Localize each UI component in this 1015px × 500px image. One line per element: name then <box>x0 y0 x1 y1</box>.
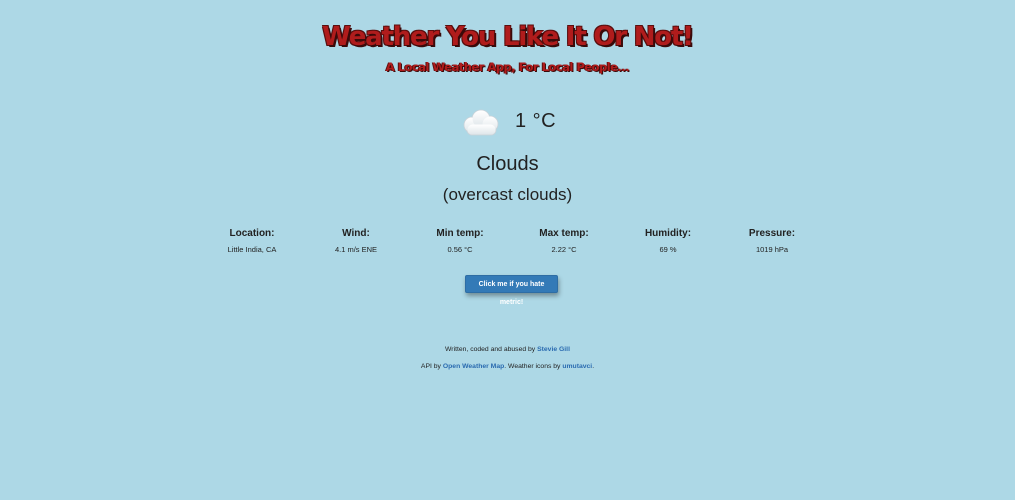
footer-end-text: . <box>592 363 595 370</box>
page: Weather You Like It Or Not! A Local Weat… <box>0 0 1015 500</box>
stat-value: Little India, CA <box>227 245 277 254</box>
stat-value: 1019 hPa <box>755 245 789 254</box>
stat-label: Min temp: <box>436 228 484 239</box>
temperature: 1 °C <box>514 109 557 132</box>
stat-location: Location: Little India, CA <box>200 228 304 254</box>
stat-value: 4.1 m/s ENE <box>334 245 378 254</box>
stat-label: Location: <box>229 228 275 239</box>
stat-wind: Wind: 4.1 m/s ENE <box>304 228 408 254</box>
weather-stats: Location: Little India, CA Wind: 4.1 m/s… <box>200 228 824 254</box>
header: Weather You Like It Or Not! A Local Weat… <box>0 18 1015 74</box>
current-weather: 1 °C <box>0 104 1015 138</box>
api-link[interactable]: Open Weather Map <box>443 363 504 370</box>
page-title: Weather You Like It Or Not! <box>322 22 694 52</box>
stat-label: Max temp: <box>539 228 589 239</box>
author-link[interactable]: Stevie Gill <box>537 346 570 353</box>
cloud-icon <box>459 108 503 138</box>
icons-link[interactable]: umutavci <box>562 363 592 370</box>
stat-value: 0.56 °C <box>447 245 473 254</box>
page-subtitle: A Local Weather App, For Local People... <box>385 60 630 74</box>
footer-credits-text: Written, coded and abused by <box>445 346 538 353</box>
footer-api-text: API by <box>420 363 443 370</box>
stat-pressure: Pressure: 1019 hPa <box>720 228 824 254</box>
stat-value: 69 % <box>659 245 677 254</box>
toggle-units-button[interactable]: Click me if you hate metric! <box>465 275 558 306</box>
stat-value: 2.22 °C <box>551 245 577 254</box>
footer-icons-text: . Weather icons by <box>504 363 563 370</box>
footer-attribution: API by Open Weather Map. Weather icons b… <box>0 363 1015 371</box>
footer-credits: Written, coded and abused by Stevie Gill <box>0 346 1015 354</box>
stat-min-temp: Min temp: 0.56 °C <box>408 228 512 254</box>
stat-label: Pressure: <box>748 228 796 239</box>
footer: Written, coded and abused by Stevie Gill… <box>0 346 1015 380</box>
stat-max-temp: Max temp: 2.22 °C <box>512 228 616 254</box>
stat-label: Humidity: <box>644 228 692 239</box>
stat-humidity: Humidity: 69 % <box>616 228 720 254</box>
weather-condition: Clouds <box>476 153 539 175</box>
stat-label: Wind: <box>342 228 370 239</box>
weather-description: (overcast clouds) <box>442 185 573 204</box>
